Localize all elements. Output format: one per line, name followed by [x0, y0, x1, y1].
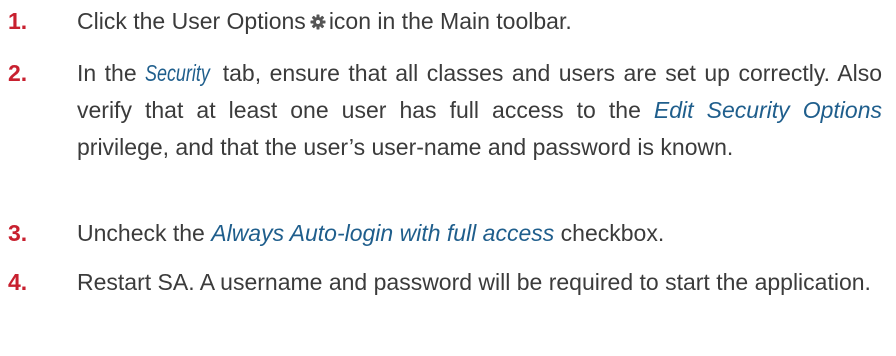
step-text: Uncheck the Always Auto-login with full … [77, 215, 882, 252]
step-text-part: checkbox. [554, 220, 665, 246]
step-text-part: Uncheck the [77, 220, 212, 246]
step-text-part: privilege, and that the user’s user-name… [77, 134, 734, 160]
step-number: 4. [8, 269, 28, 295]
step-text-part: Click the User Options [77, 8, 306, 34]
step-text-part: icon in the Main toolbar. [328, 8, 572, 34]
edit-security-options-reference: Edit Security Options [653, 97, 882, 123]
instruction-steps: 1. Click the User Options icon in the Mai… [0, 0, 896, 356]
gear-icon [310, 14, 326, 30]
step-text-part: In the [77, 60, 146, 86]
step-number: 3. [8, 220, 28, 246]
step-number: 1. [8, 8, 28, 34]
auto-login-checkbox-reference: Always Auto-login with full access [211, 220, 555, 246]
security-tab-reference: Security [145, 60, 210, 86]
step-text: In the Security tab, ensure that all cla… [77, 55, 882, 166]
step-text: Click the User Options icon in the Main t… [77, 3, 882, 40]
step-text: Restart SA. A username and password will… [77, 269, 871, 295]
step-number: 2. [8, 60, 28, 86]
